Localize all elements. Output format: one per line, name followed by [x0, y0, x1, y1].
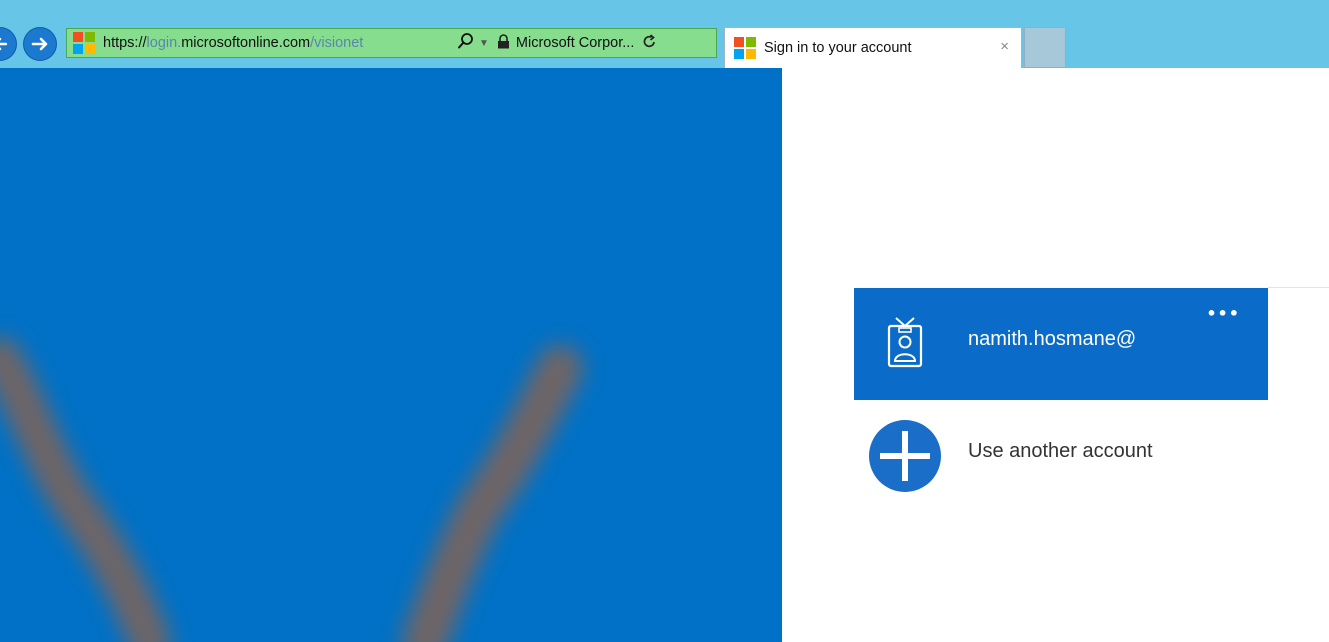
- background-illustration: [0, 68, 782, 642]
- microsoft-logo-icon: [734, 37, 756, 59]
- blurred-illustration: [0, 337, 583, 642]
- more-options-button[interactable]: •••: [1206, 304, 1240, 323]
- tab-title: Sign in to your account: [764, 40, 912, 56]
- microsoft-logo-icon: [73, 32, 95, 54]
- plus-icon: [869, 420, 941, 492]
- back-button[interactable]: [0, 27, 17, 61]
- tab-sign-in[interactable]: Sign in to your account ×: [724, 27, 1022, 68]
- browser-toolbar: https://login.microsoftonline.com/vision…: [0, 0, 1329, 68]
- chevron-down-icon[interactable]: ▼: [479, 38, 489, 49]
- arrow-left-icon: [0, 37, 8, 51]
- url-scheme: https://: [103, 35, 147, 51]
- account-tile-namith[interactable]: namith.hosmane@ •••: [854, 288, 1268, 400]
- divider: [1268, 287, 1329, 288]
- use-another-account-label: Use another account: [968, 440, 1153, 462]
- lock-icon: [497, 33, 510, 53]
- url-domain: microsoftonline.com: [181, 35, 311, 51]
- account-email: namith.hosmane@: [968, 328, 1137, 350]
- id-badge-icon: [886, 312, 924, 372]
- arrow-right-icon: [31, 37, 48, 51]
- use-another-account-button[interactable]: Use another account: [854, 412, 1268, 502]
- url-subdomain: login.: [146, 35, 182, 51]
- forward-button[interactable]: [23, 27, 57, 61]
- url-path: /visionet: [310, 35, 364, 51]
- refresh-icon[interactable]: [642, 33, 657, 53]
- url-text[interactable]: https://login.microsoftonline.com/vision…: [103, 35, 453, 51]
- close-icon[interactable]: ×: [1000, 38, 1009, 55]
- address-bar[interactable]: https://login.microsoftonline.com/vision…: [66, 28, 717, 58]
- search-icon[interactable]: [457, 32, 475, 54]
- new-tab-button[interactable]: [1024, 27, 1066, 68]
- certificate-owner[interactable]: Microsoft Corpor...: [516, 35, 634, 51]
